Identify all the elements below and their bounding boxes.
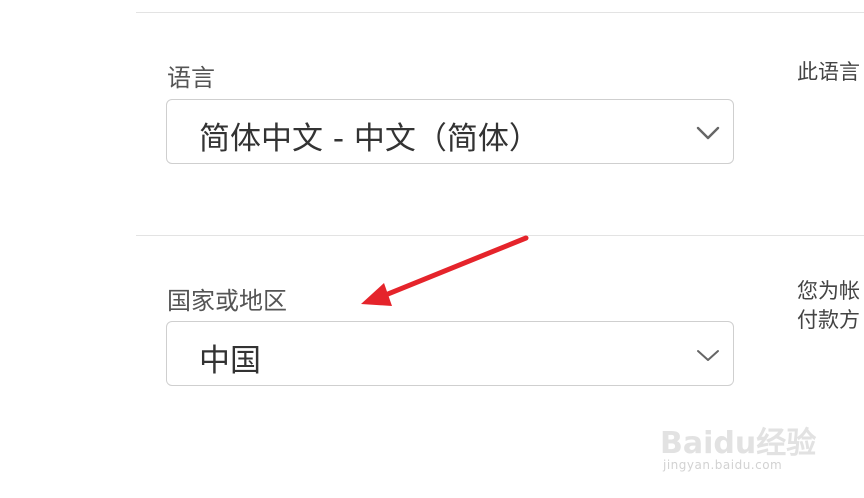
top-divider [136, 12, 864, 13]
region-description-line2: 付款方 [797, 308, 860, 332]
watermark-brand: Baidu经验 [660, 426, 817, 461]
language-label: 语言 [167, 64, 215, 92]
region-description-line1: 您为帐 [797, 279, 860, 303]
chevron-down-icon [696, 126, 720, 140]
language-select[interactable]: 简体中文 - 中文（简体） [166, 99, 734, 164]
baidu-watermark: Baidu经验 jingyan.baidu.com [660, 400, 840, 480]
chevron-down-icon [697, 350, 719, 361]
watermark-url: jingyan.baidu.com [663, 458, 783, 472]
region-select[interactable]: 中国 [166, 321, 734, 386]
language-select-value: 简体中文 - 中文（简体） [199, 121, 540, 157]
language-description: 此语言 [797, 60, 860, 84]
region-select-value: 中国 [199, 343, 261, 379]
region-label: 国家或地区 [167, 287, 287, 315]
section-divider [136, 235, 864, 236]
region-description: 您为帐 付款方 [797, 277, 860, 335]
